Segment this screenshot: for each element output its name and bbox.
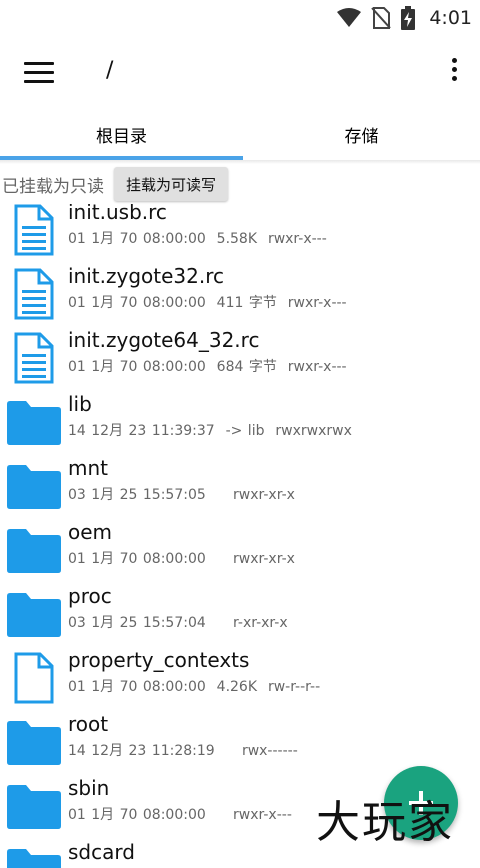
folder-row[interactable]: root 14 12月 23 11:28:19 rwx------ — [0, 710, 480, 774]
file-name: sdcard — [68, 840, 135, 864]
folder-icon — [7, 401, 61, 445]
tab-storage[interactable]: 存储 — [243, 108, 480, 160]
file-name: init.zygote32.rc — [68, 264, 224, 288]
generic-file-icon — [14, 652, 54, 704]
app-bar: / — [0, 36, 480, 108]
folder-row[interactable]: lib 14 12月 23 11:39:37 -> lib rwxrwxrwx — [0, 390, 480, 454]
folder-icon — [7, 785, 61, 829]
current-path: / — [106, 58, 114, 83]
folder-icon — [7, 849, 61, 868]
file-row[interactable]: init.zygote64_32.rc 01 1月 70 08:00:00 68… — [0, 326, 480, 390]
file-meta: 03 1月 25 15:57:04 r-xr-xr-x — [68, 615, 288, 631]
file-name: lib — [68, 392, 92, 416]
wifi-icon — [337, 8, 362, 27]
folder-row[interactable]: proc 03 1月 25 15:57:04 r-xr-xr-x — [0, 582, 480, 646]
file-name: root — [68, 712, 109, 736]
text-file-icon — [14, 268, 54, 320]
file-row[interactable]: property_contexts 01 1月 70 08:00:00 4.26… — [0, 646, 480, 710]
file-meta: 01 1月 70 08:00:00 rwxr-x--- — [68, 807, 292, 823]
folder-row[interactable]: mnt 03 1月 25 15:57:05 rwxr-xr-x — [0, 454, 480, 518]
folder-row[interactable]: oem 01 1月 70 08:00:00 rwxr-xr-x — [0, 518, 480, 582]
add-fab-button[interactable] — [384, 766, 458, 840]
battery-charging-icon — [401, 6, 416, 30]
more-vert-icon[interactable] — [442, 58, 466, 88]
text-file-icon — [14, 332, 54, 384]
file-name: mnt — [68, 456, 108, 480]
text-file-icon — [14, 204, 54, 256]
file-meta: 01 1月 70 08:00:00 411 字节 rwxr-x--- — [68, 295, 347, 311]
file-name: sbin — [68, 776, 110, 800]
file-name: init.usb.rc — [68, 204, 167, 224]
file-meta: 01 1月 70 08:00:00 5.58K rwxr-x--- — [68, 231, 327, 247]
file-meta: 03 1月 25 15:57:05 rwxr-xr-x — [68, 487, 295, 503]
file-name: init.zygote64_32.rc — [68, 328, 260, 352]
add-icon — [409, 791, 433, 815]
file-meta: 01 1月 70 08:00:00 684 字节 rwxr-x--- — [68, 359, 347, 375]
mount-status: 已挂载为只读 — [2, 176, 104, 197]
file-row[interactable]: init.zygote32.rc 01 1月 70 08:00:00 411 字… — [0, 262, 480, 326]
hamburger-menu-icon[interactable] — [22, 58, 56, 86]
no-sim-icon — [371, 7, 392, 29]
status-bar: 4:01 — [0, 0, 480, 36]
file-meta: 01 1月 70 08:00:00 4.26K rw-r--r-- — [68, 679, 321, 695]
folder-icon — [7, 529, 61, 573]
file-meta: 14 12月 23 11:28:19 rwx------ — [68, 743, 298, 759]
folder-row[interactable]: sdcard — [0, 838, 480, 868]
file-meta: 14 12月 23 11:39:37 -> lib rwxrwxrwx — [68, 423, 352, 439]
file-name: proc — [68, 584, 112, 608]
tab-root[interactable]: 根目录 — [0, 108, 243, 160]
tab-bar: 根目录 存储 — [0, 108, 480, 161]
folder-icon — [7, 465, 61, 509]
folder-icon — [7, 593, 61, 637]
file-row[interactable]: init.usb.rc 01 1月 70 08:00:00 5.58K rwxr… — [0, 204, 480, 262]
file-name: property_contexts — [68, 648, 250, 672]
file-name: oem — [68, 520, 113, 544]
file-meta: 01 1月 70 08:00:00 rwxr-xr-x — [68, 551, 295, 567]
mount-rw-button[interactable]: 挂载为可读写 — [114, 167, 229, 201]
folder-icon — [7, 721, 61, 765]
clock: 4:01 — [429, 7, 472, 29]
mount-bar: 已挂载为只读 挂载为可读写 — [0, 164, 480, 204]
